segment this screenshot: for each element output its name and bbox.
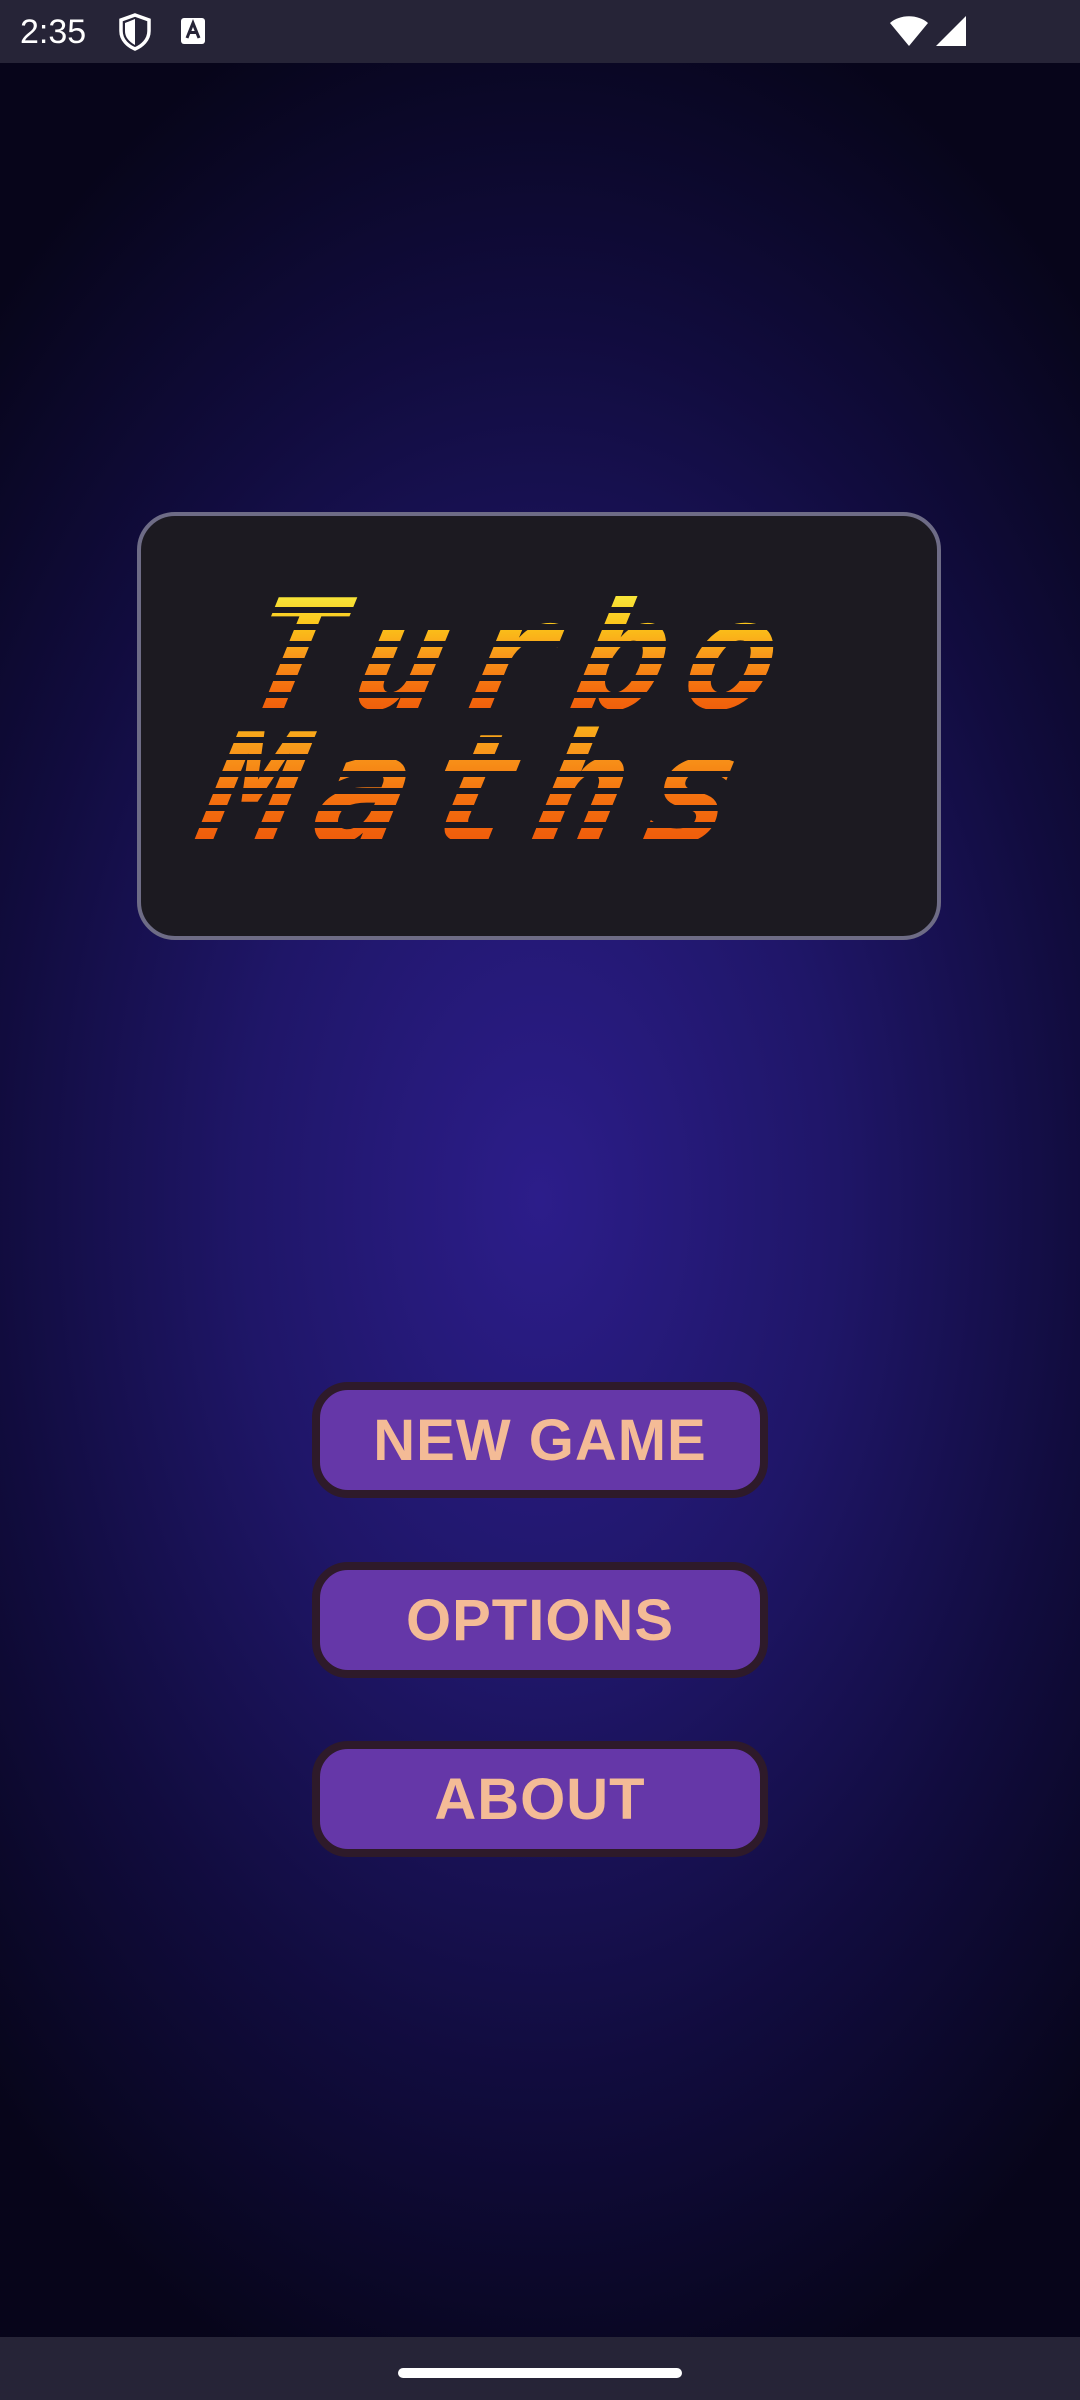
logo-line-maths: Maths xyxy=(185,702,775,879)
status-time: 2:35 xyxy=(20,13,87,51)
about-button[interactable]: ABOUT xyxy=(312,1741,768,1857)
status-bar: 2:35 xyxy=(0,0,1080,63)
cell-signal-icon xyxy=(936,16,966,46)
wifi-icon xyxy=(890,16,928,46)
logo-card: Turbo Maths Turbo Maths xyxy=(137,512,941,940)
shield-icon xyxy=(119,13,151,51)
svg-text:Maths: Maths xyxy=(185,702,775,879)
accessibility-a-icon xyxy=(181,18,205,44)
logo-wordmark: Turbo Maths xyxy=(185,568,816,879)
navigation-bar xyxy=(0,2337,1080,2400)
home-gesture-handle[interactable] xyxy=(398,2368,682,2378)
new-game-button[interactable]: NEW GAME xyxy=(312,1382,768,1498)
options-button[interactable]: OPTIONS xyxy=(312,1562,768,1678)
